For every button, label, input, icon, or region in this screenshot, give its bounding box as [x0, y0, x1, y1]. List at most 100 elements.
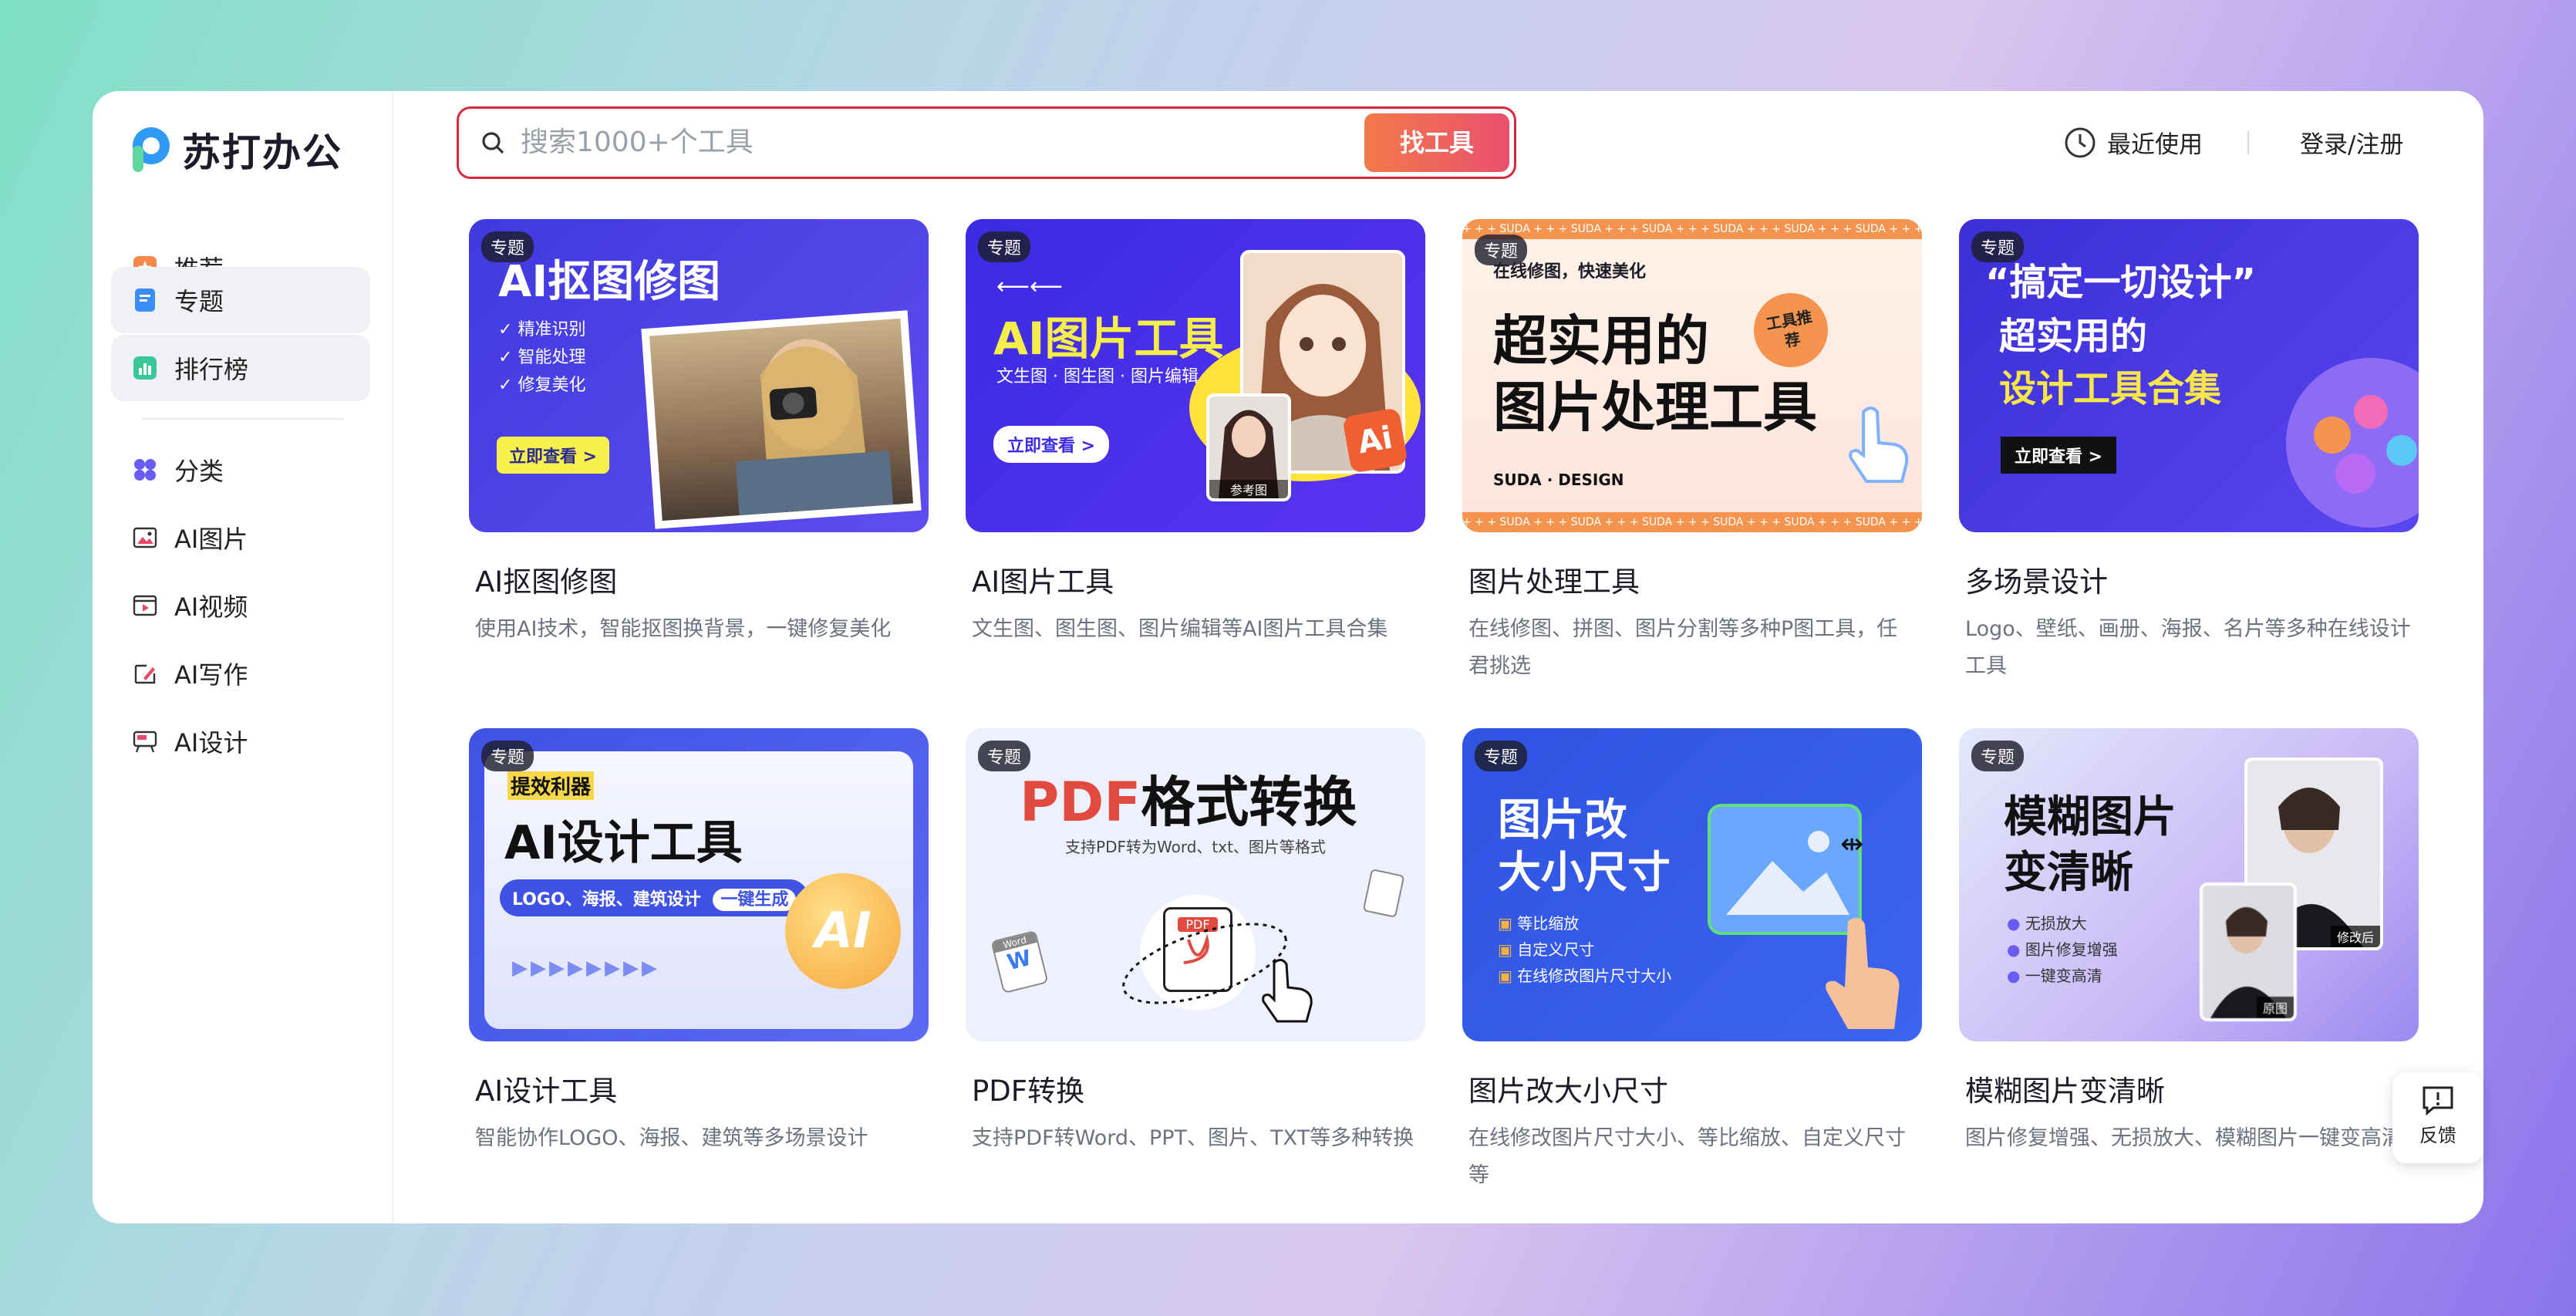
card-banner[interactable]: 专题 PDF格式转换 支持PDF转为Word、txt、图片等格式 PDF Wor…	[966, 728, 1425, 1041]
generate-pill: 一键生成	[713, 889, 797, 911]
sidebar-divider	[142, 418, 344, 420]
ai-badge-icon: Ai	[1342, 407, 1408, 474]
card-banner[interactable]: 专题 “搞定一切设计” 超实用的 设计工具合集 立即查看 >	[1959, 219, 2419, 532]
reference-label: 参考图	[1209, 480, 1288, 498]
brand-name: 苏打办公	[182, 130, 342, 175]
banner-line2: 图片处理工具	[1493, 376, 1817, 439]
banner-heading: AI图片工具	[993, 312, 1224, 365]
chart-icon	[133, 356, 157, 380]
sidebar-item-ai-image[interactable]: AI图片	[111, 504, 370, 571]
pen-icon	[133, 661, 157, 686]
search-icon	[479, 129, 508, 161]
card-banner[interactable]: 专题 图片改 大小尺寸 ▣ 等比缩放 ▣ 自定义尺寸 ▣ 在线修改图片尺寸大小 …	[1462, 728, 1922, 1041]
sidebar-item-ai-design[interactable]: AI设计	[111, 708, 370, 774]
image-icon	[133, 525, 157, 550]
arrows-decor: ▶▶▶▶▶▶▶▶	[512, 957, 660, 980]
search-bar: 搜索1000+个工具 找工具	[457, 106, 1516, 179]
card-banner[interactable]: 专题 ⟵⟵ AI图片工具 文生图 · 图生图 · 图片编辑 立即查看 > 参考图…	[966, 219, 1425, 532]
sidebar-item-ai-writing[interactable]: AI写作	[111, 640, 370, 707]
banner-line3: 设计工具合集	[1999, 367, 2222, 410]
sidebar: 苏打办公 推荐 专题 排行榜 分类 AI图片 AI视频 AI写	[93, 91, 393, 1223]
woman-camera-photo	[649, 318, 913, 521]
card-description: Logo、壁纸、画册、海报、名片等多种在线设计工具	[1965, 617, 2411, 678]
topic-card[interactable]: 专题 模糊图片 变清晰 ● 无损放大 ● 图片修复增强 ● 一键变高清 修改后 …	[1959, 728, 2419, 1157]
pointing-hand-icon	[1817, 913, 1910, 1040]
card-banner[interactable]: 专题 AI抠图修图 ✓ 精准识别 ✓ 智能处理 ✓ 修复美化 立即查看 >	[469, 219, 929, 532]
card-description: 在线修图、拼图、图片分割等多种P图工具，任君挑选	[1468, 617, 1898, 678]
before-label: 原图	[2256, 997, 2294, 1018]
banner-sub: 支持PDF转为Word、txt、图片等格式	[1065, 838, 1326, 856]
card-banner[interactable]: + + + SUDA + + + SUDA + + + SUDA + + + S…	[1462, 219, 1922, 532]
after-label: 修改后	[2330, 926, 2380, 947]
feedback-label: 反馈	[2419, 1125, 2456, 1146]
banner-line1: 模糊图片	[2004, 792, 2176, 842]
app-window: 苏打办公 推荐 专题 排行榜 分类 AI图片 AI视频 AI写	[93, 91, 2483, 1223]
banner-sub: 文生图 · 图生图 · 图片编辑	[996, 367, 1199, 386]
text-document-icon	[1362, 869, 1405, 918]
search-input[interactable]: 搜索1000+个工具	[521, 109, 754, 177]
banner-cta: 立即查看 >	[993, 426, 1110, 463]
card-description: 文生图、图生图、图片编辑等AI图片工具合集	[972, 617, 1388, 641]
palette-icon	[2286, 358, 2419, 528]
banner-cta: 立即查看 >	[2001, 437, 2117, 474]
clock-icon	[2065, 127, 2096, 157]
banner-line2: 超实用的	[1999, 315, 2148, 358]
card-title: 图片处理工具	[1468, 565, 1640, 599]
topic-badge: 专题	[481, 231, 534, 262]
login-link[interactable]: 登录/注册	[2300, 125, 2403, 160]
topic-badge: 专题	[978, 741, 1031, 771]
topic-badge: 专题	[978, 231, 1031, 262]
card-title: AI抠图修图	[475, 565, 618, 599]
sidebar-item-label: 排行榜	[174, 355, 249, 384]
bookmark-icon	[133, 288, 157, 312]
sidebar-item-category[interactable]: 分类	[111, 437, 370, 503]
arrow-icon: ⟵⟵	[996, 273, 1064, 300]
banner-foot: SUDA · DESIGN	[1493, 471, 1624, 489]
banner-bullets: ● 无损放大 ● 图片修复增强 ● 一键变高清	[2007, 914, 2118, 985]
sidebar-item-label: 专题	[174, 287, 224, 316]
topic-badge: 专题	[1475, 235, 1528, 265]
ai-coin-icon: AI	[785, 873, 901, 989]
pointing-hand-icon	[1840, 404, 1910, 504]
topic-card[interactable]: 专题 图片改 大小尺寸 ▣ 等比缩放 ▣ 自定义尺寸 ▣ 在线修改图片尺寸大小 …	[1462, 728, 1922, 1194]
recent-button[interactable]: 最近使用	[2064, 125, 2203, 160]
banner-heading: AI设计工具	[504, 816, 743, 870]
feedback-button[interactable]: 反馈	[2392, 1072, 2483, 1163]
reference-photo: 参考图	[1206, 393, 1291, 501]
brand-logo[interactable]: 苏打办公	[126, 119, 342, 181]
card-banner[interactable]: 专题 提效利器 AI设计工具 LOGO、海报、建筑设计 一键生成 ▶▶▶▶▶▶▶…	[469, 728, 929, 1041]
cursor-hand-icon	[1256, 957, 1317, 1029]
search-button[interactable]: 找工具	[1364, 113, 1509, 172]
banner-bullets: ▣ 等比缩放 ▣ 自定义尺寸 ▣ 在线修改图片尺寸大小	[1498, 914, 1672, 985]
word-document-icon: Word W	[990, 930, 1049, 994]
header-separator	[2247, 131, 2249, 154]
logo-icon	[126, 124, 173, 175]
banner-bullets: ✓ 精准识别 ✓ 智能处理 ✓ 修复美化	[498, 320, 586, 395]
sidebar-item-ranking[interactable]: 排行榜	[111, 335, 370, 401]
sidebar-item-topics[interactable]: 专题	[111, 267, 370, 333]
design-icon	[133, 729, 157, 754]
card-description: 在线修改图片尺寸大小、等比缩放、自定义尺寸等	[1468, 1126, 1906, 1187]
banner-heading: PDF格式转换	[1020, 771, 1357, 834]
card-description: 使用AI技术，智能抠图换背景，一键修复美化	[475, 617, 892, 641]
card-banner[interactable]: 专题 模糊图片 变清晰 ● 无损放大 ● 图片修复增强 ● 一键变高清 修改后 …	[1959, 728, 2419, 1041]
topic-card[interactable]: 专题 ⟵⟵ AI图片工具 文生图 · 图生图 · 图片编辑 立即查看 > 参考图…	[966, 219, 1425, 648]
topic-card[interactable]: 专题 PDF格式转换 支持PDF转为Word、txt、图片等格式 PDF Wor…	[966, 728, 1425, 1157]
topic-card[interactable]: 专题 AI抠图修图 ✓ 精准识别 ✓ 智能处理 ✓ 修复美化 立即查看 > AI…	[469, 219, 929, 648]
before-photo: 原图	[2200, 882, 2297, 1021]
topic-card[interactable]: 专题 “搞定一切设计” 超实用的 设计工具合集 立即查看 > 多场景设计 Log…	[1959, 219, 2419, 685]
sidebar-item-ai-video[interactable]: AI视频	[111, 572, 370, 639]
card-description: 支持PDF转Word、PPT、图片、TXT等多种转换	[972, 1126, 1414, 1150]
recommend-stamp: 工具推荐	[1748, 287, 1834, 373]
banner-line2: 大小尺寸	[1498, 848, 1671, 898]
banner-pill: LOGO、海报、建筑设计 一键生成	[500, 879, 809, 916]
resize-cursor-icon: ⇹	[1840, 828, 1864, 860]
topic-card[interactable]: 专题 提效利器 AI设计工具 LOGO、海报、建筑设计 一键生成 ▶▶▶▶▶▶▶…	[469, 728, 929, 1157]
topic-badge: 专题	[481, 741, 534, 771]
card-title: 模糊图片变清晰	[1965, 1075, 2165, 1108]
topic-badge: 专题	[1475, 741, 1528, 771]
card-description: 图片修复增强、无损放大、模糊图片一键变高清	[1965, 1126, 2402, 1150]
sidebar-item-label: AI设计	[174, 728, 248, 758]
topic-card[interactable]: + + + SUDA + + + SUDA + + + SUDA + + + S…	[1462, 219, 1922, 685]
card-title: AI图片工具	[972, 565, 1114, 599]
